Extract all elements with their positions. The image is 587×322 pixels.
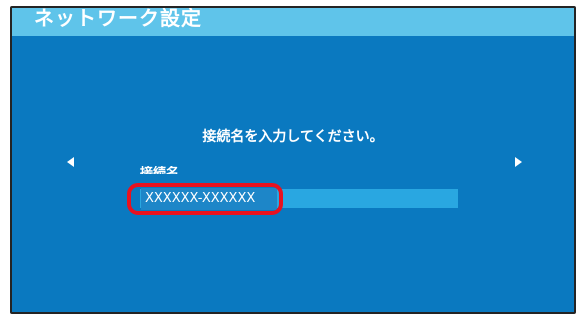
triangle-right-icon[interactable]	[515, 157, 522, 167]
instruction-text: 接続名を入力してください。	[202, 129, 384, 145]
triangle-left-icon[interactable]	[67, 157, 74, 167]
field-label: 接続名	[140, 166, 180, 174]
settings-screen: ネットワーク設定 接続名を入力してください。 接続名 XXXXXX-XXXXXX	[12, 8, 574, 312]
page-title: ネットワーク設定	[34, 8, 202, 30]
highlight-callout	[127, 183, 283, 215]
screenshot: ネットワーク設定 接続名を入力してください。 接続名 XXXXXX-XXXXXX	[0, 0, 587, 322]
field-label-container: 接続名	[140, 166, 200, 174]
title-bar: ネットワーク設定	[12, 8, 574, 36]
